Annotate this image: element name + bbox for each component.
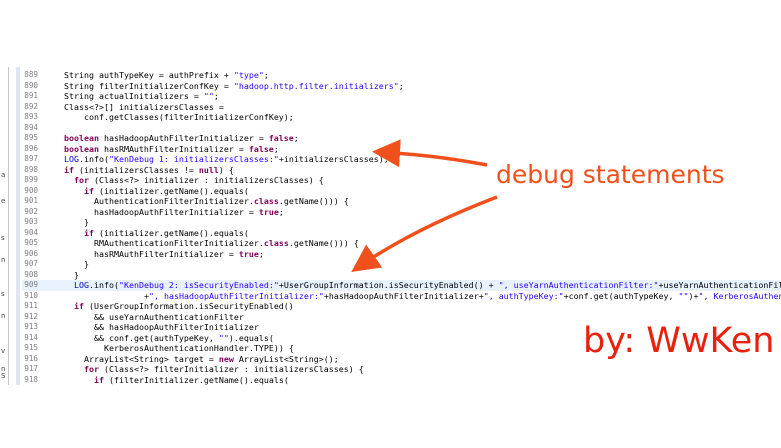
arrow-to-debug-2 (351, 195, 498, 273)
author-annotation: by: WwKen (583, 321, 775, 361)
arrow-to-debug-1 (372, 139, 488, 168)
debug-statements-annotation: debug statements (496, 160, 725, 189)
annotation-arrows (351, 139, 498, 273)
